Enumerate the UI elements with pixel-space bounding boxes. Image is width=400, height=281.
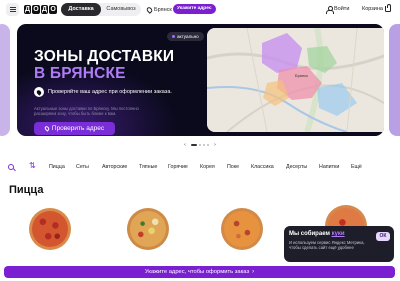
hamburger-icon xyxy=(9,9,16,10)
logo-letter: Д xyxy=(41,5,49,14)
category-pizza[interactable]: Пицца xyxy=(49,163,65,172)
section-title: Пицца xyxy=(9,184,44,196)
banner-check-row: Проверяйте ваш адрес при оформлении зака… xyxy=(34,87,172,97)
specify-address-button[interactable]: Укажите адрес xyxy=(173,4,216,14)
map-graphic xyxy=(207,28,384,132)
login-button[interactable]: Войти xyxy=(326,4,349,14)
banner-note: Актуальные зоны доставки по Брянску. Мы … xyxy=(34,106,139,116)
check-address-label: Проверить адрес xyxy=(51,125,105,132)
specify-address-bar[interactable]: Укажите адрес, чтобы оформить заказ › xyxy=(4,266,395,278)
tab-pickup[interactable]: Самовывоз xyxy=(101,3,141,16)
cookie-notice: Мы собираем куки И используем сервис Янд… xyxy=(284,226,394,262)
banner-check-text: Проверяйте ваш адрес при оформлении зака… xyxy=(48,89,172,95)
map-city-label: Брянск xyxy=(295,73,308,78)
prev-banner-peek[interactable] xyxy=(0,24,10,136)
actual-badge-label: актуально xyxy=(177,34,199,39)
banner-title-accent: В БРЯНСКЕ xyxy=(34,65,126,82)
carousel-dot[interactable] xyxy=(207,144,209,146)
cookie-ok-button[interactable]: ОК xyxy=(376,232,390,241)
next-banner-peek[interactable] xyxy=(389,24,400,136)
category-sets[interactable]: Сеты xyxy=(76,163,89,172)
chevron-right-icon: › xyxy=(252,269,255,275)
pizza-image[interactable] xyxy=(29,208,71,250)
pizza-image[interactable] xyxy=(127,208,169,250)
cart-button[interactable]: Корзина xyxy=(362,4,392,14)
cookie-title: Мы собираем куки xyxy=(289,231,345,237)
category-bar: Пицца Сеты Авторские Тяпные Горячие Коре… xyxy=(0,160,400,174)
dot-icon xyxy=(172,35,175,38)
banner-title: ЗОНЫ ДОСТАВКИ xyxy=(34,48,175,65)
location-pin-icon xyxy=(145,5,154,14)
login-label: Войти xyxy=(334,6,350,12)
category-poke[interactable]: Поке xyxy=(227,163,239,172)
promo-banner[interactable]: ЗОНЫ ДОСТАВКИ В БРЯНСКЕ Проверяйте ваш а… xyxy=(17,24,384,136)
cookie-link[interactable]: куки xyxy=(332,231,345,237)
city-name: Брянск xyxy=(154,6,172,13)
logo-letter: О xyxy=(32,5,41,14)
category-desserts[interactable]: Десерты xyxy=(286,163,307,172)
user-icon xyxy=(326,6,334,14)
cookie-title-text: Мы собираем xyxy=(289,231,330,237)
logo[interactable]: Д О Д О xyxy=(24,5,58,14)
pizza-image[interactable] xyxy=(221,208,263,250)
specify-address-bar-label: Укажите адрес, чтобы оформить заказ xyxy=(144,269,250,275)
check-address-button[interactable]: Проверить адрес xyxy=(34,122,115,135)
delivery-mode-switch: Доставка Самовывоз xyxy=(61,3,141,16)
carousel-dot[interactable] xyxy=(191,144,197,146)
location-pin-icon xyxy=(34,87,44,97)
menu-button[interactable] xyxy=(6,3,19,16)
carousel-next-button[interactable]: › xyxy=(211,142,219,148)
location-pin-icon xyxy=(43,125,51,132)
carousel-dot[interactable] xyxy=(199,144,201,146)
carousel-prev-button[interactable]: ‹ xyxy=(181,142,189,148)
logo-letter: О xyxy=(49,5,58,14)
tab-delivery[interactable]: Доставка xyxy=(61,3,101,16)
category-tyapnye[interactable]: Тяпные xyxy=(139,163,157,172)
carousel-dot[interactable] xyxy=(203,144,205,146)
sort-icon[interactable] xyxy=(29,161,38,172)
carousel-controls: ‹ › xyxy=(176,142,224,148)
category-classic[interactable]: Классика xyxy=(251,163,274,172)
category-hot[interactable]: Горячие xyxy=(168,163,188,172)
category-drinks[interactable]: Напитки xyxy=(319,163,339,172)
delivery-zones-map: Брянск xyxy=(207,28,384,132)
cart-label: Корзина xyxy=(362,6,383,12)
bag-icon xyxy=(384,4,392,12)
category-korea[interactable]: Корея xyxy=(200,163,215,172)
cookie-text: И используем сервис Яндекс Метрика, чтоб… xyxy=(289,240,365,250)
header: Д О Д О Доставка Самовывоз Брянск Укажит… xyxy=(0,0,400,18)
actual-badge: актуально xyxy=(167,32,204,41)
search-icon[interactable] xyxy=(7,163,16,172)
category-author[interactable]: Авторские xyxy=(102,163,127,172)
category-more[interactable]: Ещё xyxy=(351,163,362,172)
city-selector[interactable]: Брянск xyxy=(145,3,172,16)
logo-letter: Д xyxy=(24,5,32,14)
